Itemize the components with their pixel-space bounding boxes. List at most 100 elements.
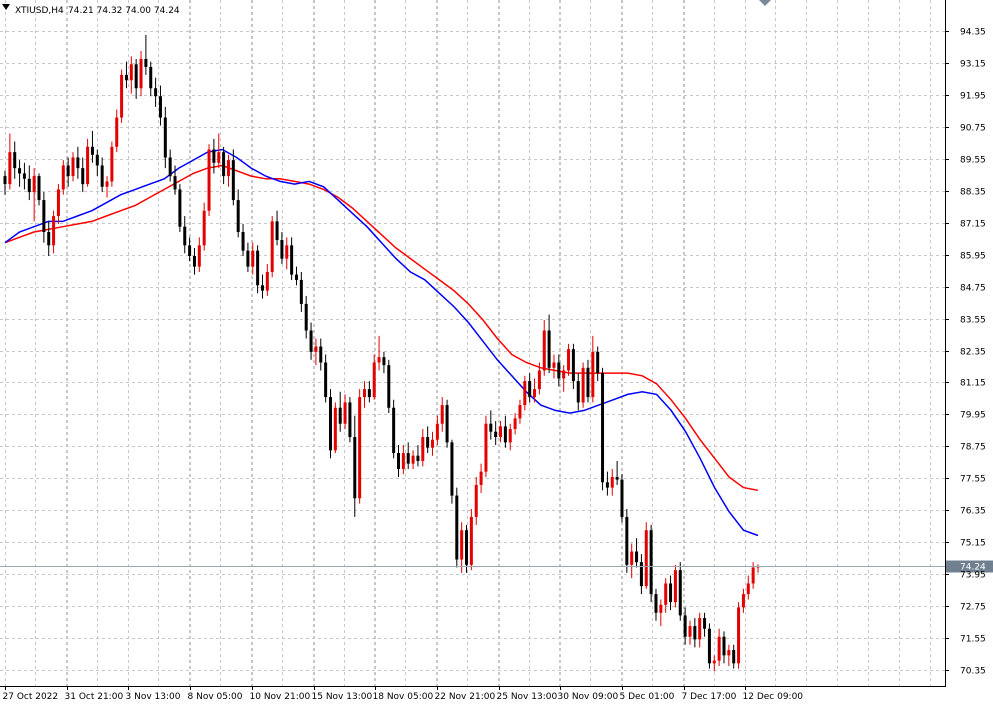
candle-body	[562, 370, 566, 379]
candle-body	[494, 431, 498, 438]
candle-body	[620, 479, 624, 517]
candle-body	[56, 189, 60, 217]
candle-body	[751, 567, 755, 584]
candle-body	[533, 389, 537, 398]
candle-body	[173, 176, 177, 190]
price-chart[interactable]: 74.24 94.3593.1591.9590.7589.5588.3587.1…	[0, 0, 993, 705]
candle-body	[183, 226, 187, 246]
candle-body	[576, 381, 580, 403]
candle-body	[280, 240, 284, 259]
time-tick-label: 22 Nov 21:00	[435, 692, 496, 702]
price-tick-label: 90.75	[960, 124, 986, 134]
candle-body	[319, 346, 323, 363]
candle-body	[717, 636, 721, 661]
candle-body	[222, 152, 226, 177]
price-tick-label: 76.35	[960, 507, 986, 517]
candle-body	[513, 418, 517, 430]
candle-body	[71, 157, 75, 177]
candle-body	[635, 551, 639, 563]
candle-body	[406, 453, 410, 464]
candle-body	[601, 373, 605, 483]
candle-body	[542, 330, 546, 371]
price-tick-label: 88.35	[960, 188, 986, 198]
candle-body	[644, 530, 648, 587]
price-tick-label: 91.95	[960, 92, 986, 102]
candle-body	[688, 626, 692, 637]
candle-body	[659, 604, 663, 613]
candle-body	[678, 570, 682, 616]
candle-body	[47, 232, 51, 246]
candle-body	[236, 200, 240, 233]
price-tick-label: 84.75	[960, 284, 986, 294]
candle-body	[197, 245, 201, 267]
candle-body	[134, 64, 138, 89]
candle-body	[377, 357, 381, 363]
candle-body	[328, 397, 332, 451]
candle-body	[591, 351, 595, 398]
chart-background	[0, 0, 993, 705]
candle-body	[124, 74, 128, 81]
candle-body	[202, 210, 206, 246]
candle-body	[416, 455, 420, 461]
candle-body	[66, 165, 70, 177]
candle-body	[52, 216, 56, 246]
candle-body	[722, 636, 726, 656]
candle-body	[163, 117, 167, 158]
price-tick-label: 94.35	[960, 28, 986, 38]
price-tick-label: 77.55	[960, 475, 986, 485]
candle-body	[149, 66, 153, 89]
candle-body	[144, 58, 148, 67]
chart-header: XTIUSD,H4 74.21 74.32 74.00 74.24	[2, 4, 180, 16]
candle-body	[460, 530, 464, 560]
candle-body	[275, 221, 279, 241]
candle-body	[348, 402, 352, 438]
time-tick-label: 31 Oct 21:00	[65, 692, 124, 702]
candle-body	[324, 362, 328, 398]
candle-body	[362, 389, 366, 398]
time-tick-label: 5 Dec 01:00	[620, 692, 675, 702]
candle-body	[372, 362, 376, 398]
candle-body	[523, 381, 527, 406]
candle-body	[333, 407, 337, 451]
candle-body	[567, 349, 571, 371]
candle-body	[581, 367, 585, 403]
candle-body	[294, 274, 298, 280]
candle-body	[212, 149, 216, 163]
price-tick-label: 78.75	[960, 443, 986, 453]
time-tick-label: 10 Nov 21:00	[250, 692, 311, 702]
candle-body	[8, 152, 12, 185]
candle-body	[27, 178, 31, 193]
candle-body	[139, 58, 143, 89]
candle-body	[100, 165, 104, 187]
candle-body	[158, 96, 162, 118]
candle-body	[3, 176, 7, 185]
price-tick-label: 70.35	[960, 667, 986, 677]
candle-body	[401, 453, 405, 469]
price-tick-label: 85.95	[960, 252, 986, 262]
candle-body	[61, 165, 65, 190]
candle-body	[22, 173, 26, 179]
candle-body	[353, 437, 357, 499]
candle-body	[37, 176, 41, 201]
candle-body	[207, 149, 211, 211]
price-tick-label: 87.15	[960, 220, 986, 230]
candle-body	[625, 516, 629, 565]
candle-body	[596, 351, 600, 374]
candle-body	[251, 250, 255, 267]
candle-body	[499, 426, 503, 438]
candle-body	[547, 330, 551, 368]
candle-body	[299, 279, 303, 304]
time-tick-label: 7 Dec 17:00	[682, 692, 737, 702]
candle-body	[698, 618, 702, 640]
candle-body	[557, 362, 561, 379]
candle-body	[270, 221, 274, 272]
candle-body	[178, 189, 182, 227]
candle-body	[260, 285, 264, 291]
candle-body	[484, 423, 488, 472]
candle-body	[586, 367, 590, 398]
candle-body	[440, 405, 444, 424]
candle-body	[241, 232, 245, 251]
candle-body	[154, 88, 158, 97]
candle-body	[76, 157, 80, 169]
candle-body	[732, 650, 736, 664]
